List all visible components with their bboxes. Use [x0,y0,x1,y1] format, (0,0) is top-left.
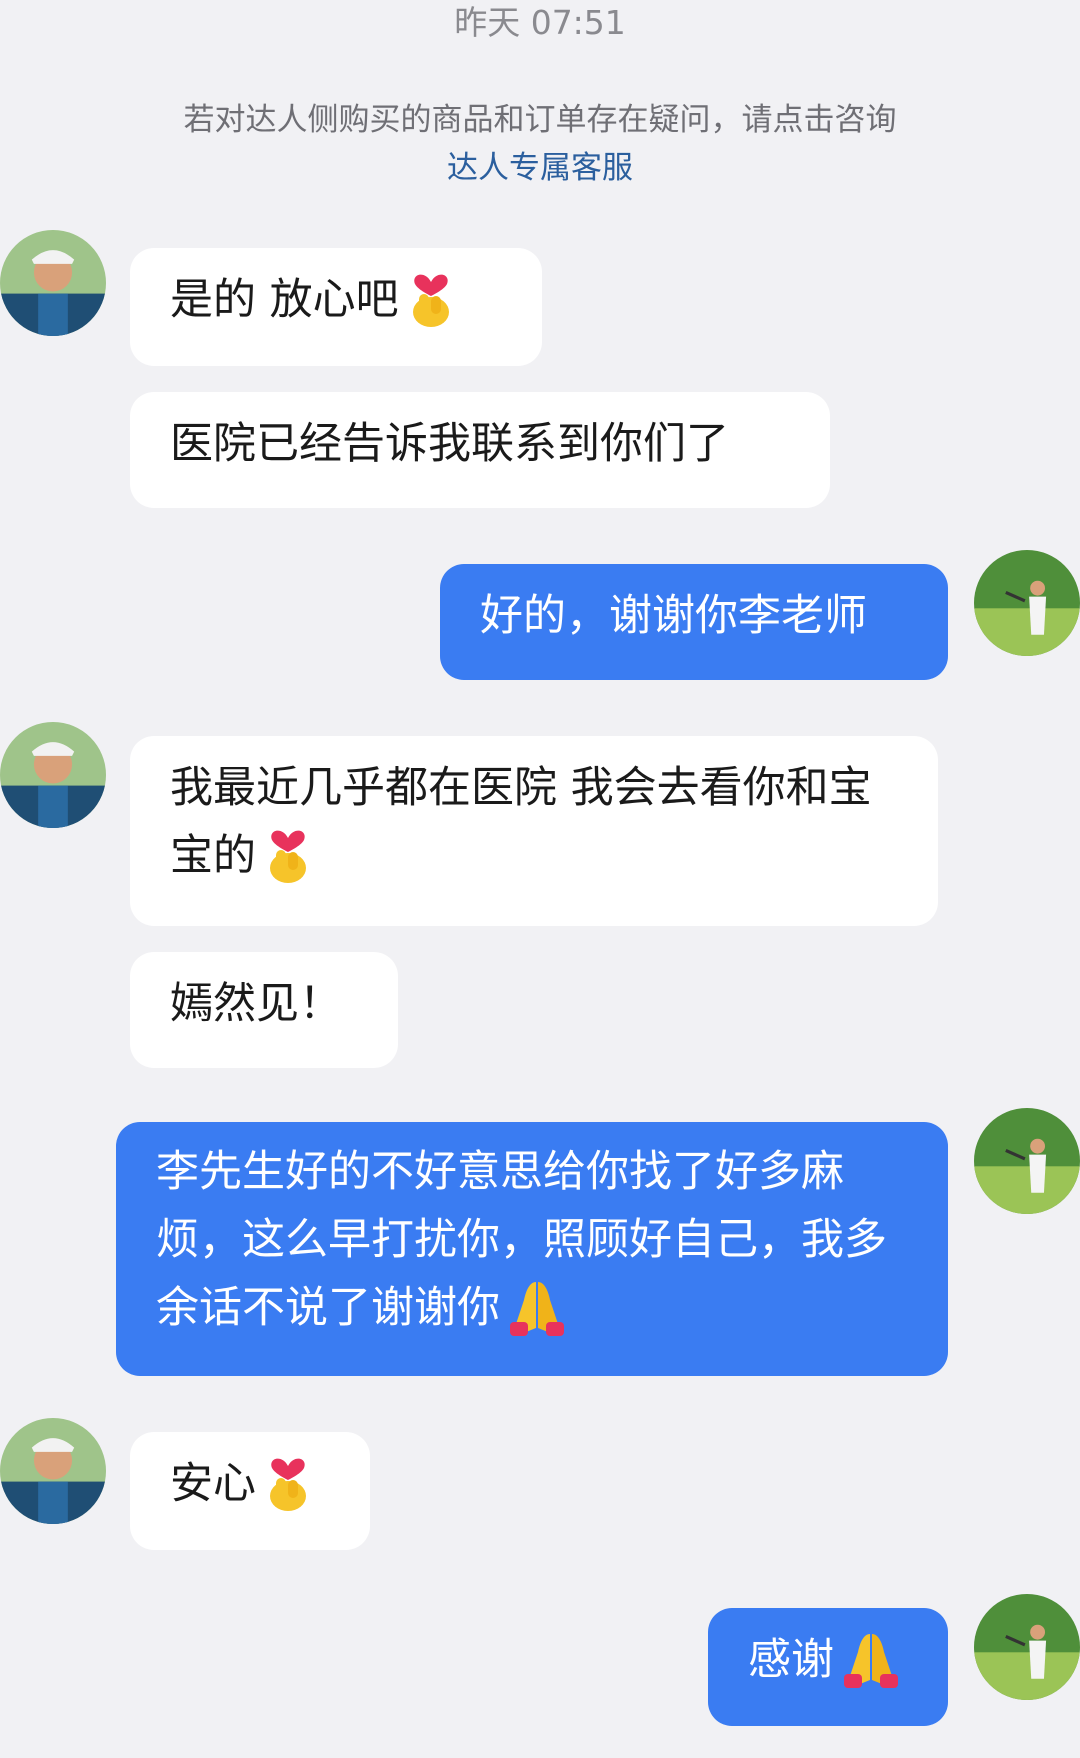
message-bubble-outgoing[interactable]: 好的，谢谢你李老师 [440,564,948,680]
message-bubble-incoming[interactable]: 安心 [130,1432,370,1550]
finger-heart-icon [262,824,314,884]
folded-hands-icon [840,1630,902,1688]
message-text: 医院已经告诉我联系到你们了 [170,419,729,469]
contact-avatar[interactable] [0,1418,106,1524]
message-text: 好的，谢谢你李老师 [480,591,867,641]
message-bubble-outgoing[interactable]: 感谢 [708,1608,948,1726]
folded-hands-icon [506,1278,568,1336]
message-text: 安心 [170,1459,256,1509]
timestamp: 昨天 07:51 [454,3,626,42]
notice-text: 若对达人侧购买的商品和订单存在疑问，请点击咨询 [183,102,897,138]
finger-heart-icon [262,1452,314,1512]
user-avatar[interactable] [974,1594,1080,1700]
message-text: 感谢 [748,1635,834,1685]
finger-heart-icon [405,268,457,328]
message-text: 是的 放心吧 [170,275,399,325]
service-notice: 若对达人侧购买的商品和订单存在疑问，请点击咨询 达人专属客服 [60,96,1020,192]
message-bubble-incoming[interactable]: 我最近几乎都在医院 我会去看你和宝宝的 [130,736,938,926]
contact-avatar[interactable] [0,230,106,336]
expert-service-link[interactable]: 达人专属客服 [60,144,1020,192]
message-bubble-incoming[interactable]: 医院已经告诉我联系到你们了 [130,392,830,508]
message-bubble-incoming[interactable]: 是的 放心吧 [130,248,542,366]
message-bubble-incoming[interactable]: 嫣然见！ [130,952,398,1068]
contact-avatar[interactable] [0,722,106,828]
message-text: 嫣然见！ [170,979,342,1029]
message-bubble-outgoing[interactable]: 李先生好的不好意思给你找了好多麻烦，这么早打扰你，照顾好自己，我多余话不说了谢谢… [116,1122,948,1376]
user-avatar[interactable] [974,1108,1080,1214]
user-avatar[interactable] [974,550,1080,656]
